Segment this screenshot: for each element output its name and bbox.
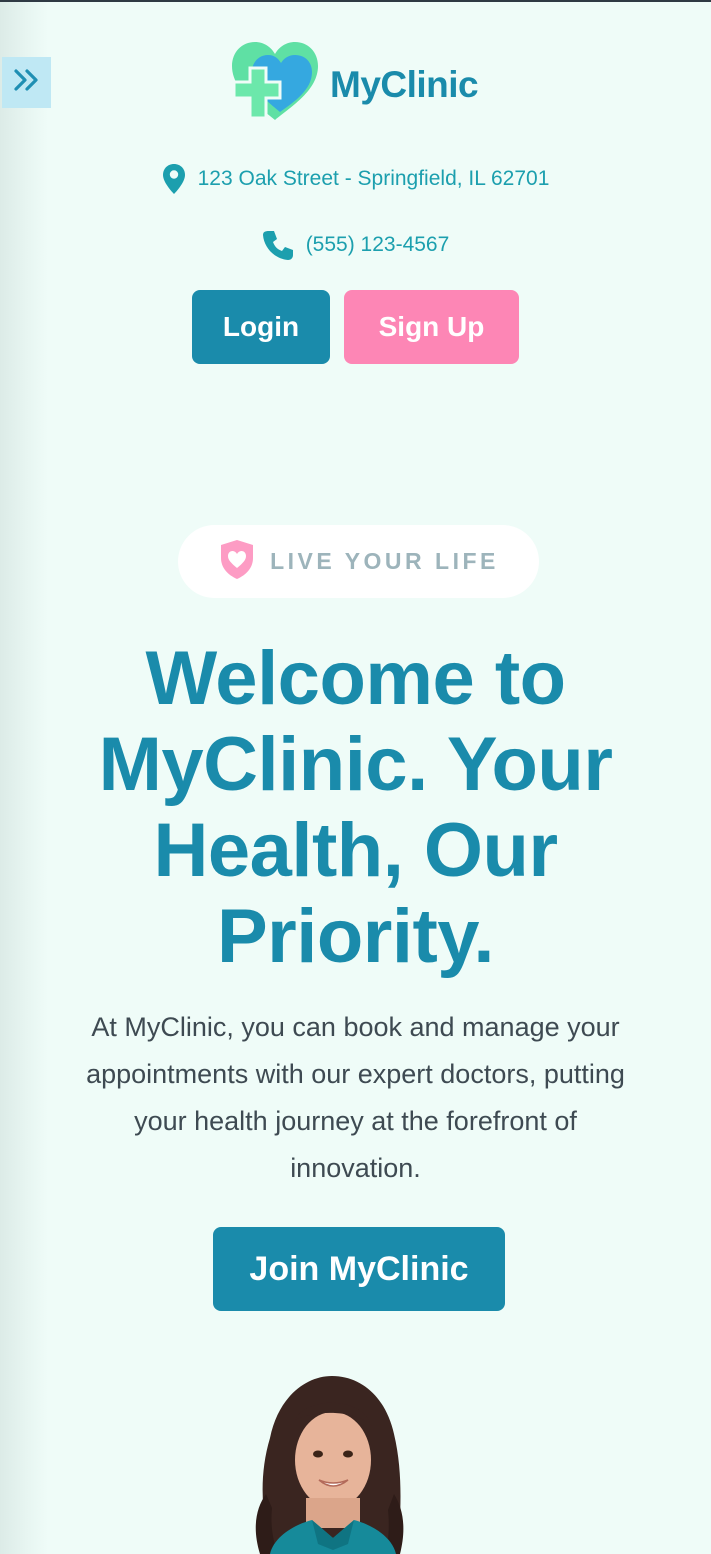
join-button[interactable]: Join MyClinic bbox=[213, 1227, 505, 1311]
auth-buttons: Login Sign Up bbox=[0, 290, 711, 364]
heart-shield-icon bbox=[218, 538, 256, 585]
sidebar-toggle-button[interactable] bbox=[2, 57, 51, 108]
site-logo[interactable]: MyClinic bbox=[228, 40, 479, 129]
phone-text: (555) 123-4567 bbox=[305, 233, 450, 256]
address-row: 123 Oak Street - Springfield, IL 62701 bbox=[0, 163, 711, 195]
map-pin-icon bbox=[162, 163, 186, 195]
heart-cross-logo-icon bbox=[228, 40, 322, 129]
brand-name: MyClinic bbox=[330, 63, 479, 105]
tagline-text: LIVE YOUR LIFE bbox=[270, 548, 499, 574]
signup-button[interactable]: Sign Up bbox=[344, 290, 519, 364]
hero-description: At MyClinic, you can book and manage you… bbox=[86, 1012, 625, 1183]
phone-row[interactable]: (555) 123-4567 bbox=[0, 229, 711, 261]
doctor-photo bbox=[200, 1368, 450, 1554]
address-text: 123 Oak Street - Springfield, IL 62701 bbox=[197, 167, 550, 190]
top-border bbox=[0, 0, 711, 2]
double-chevron-right-icon bbox=[12, 67, 42, 98]
login-button[interactable]: Login bbox=[192, 290, 330, 364]
tagline-badge: LIVE YOUR LIFE bbox=[178, 525, 539, 598]
phone-icon bbox=[262, 229, 294, 261]
hero-title: Welcome to MyClinic. Your Health, Our Pr… bbox=[98, 636, 613, 979]
